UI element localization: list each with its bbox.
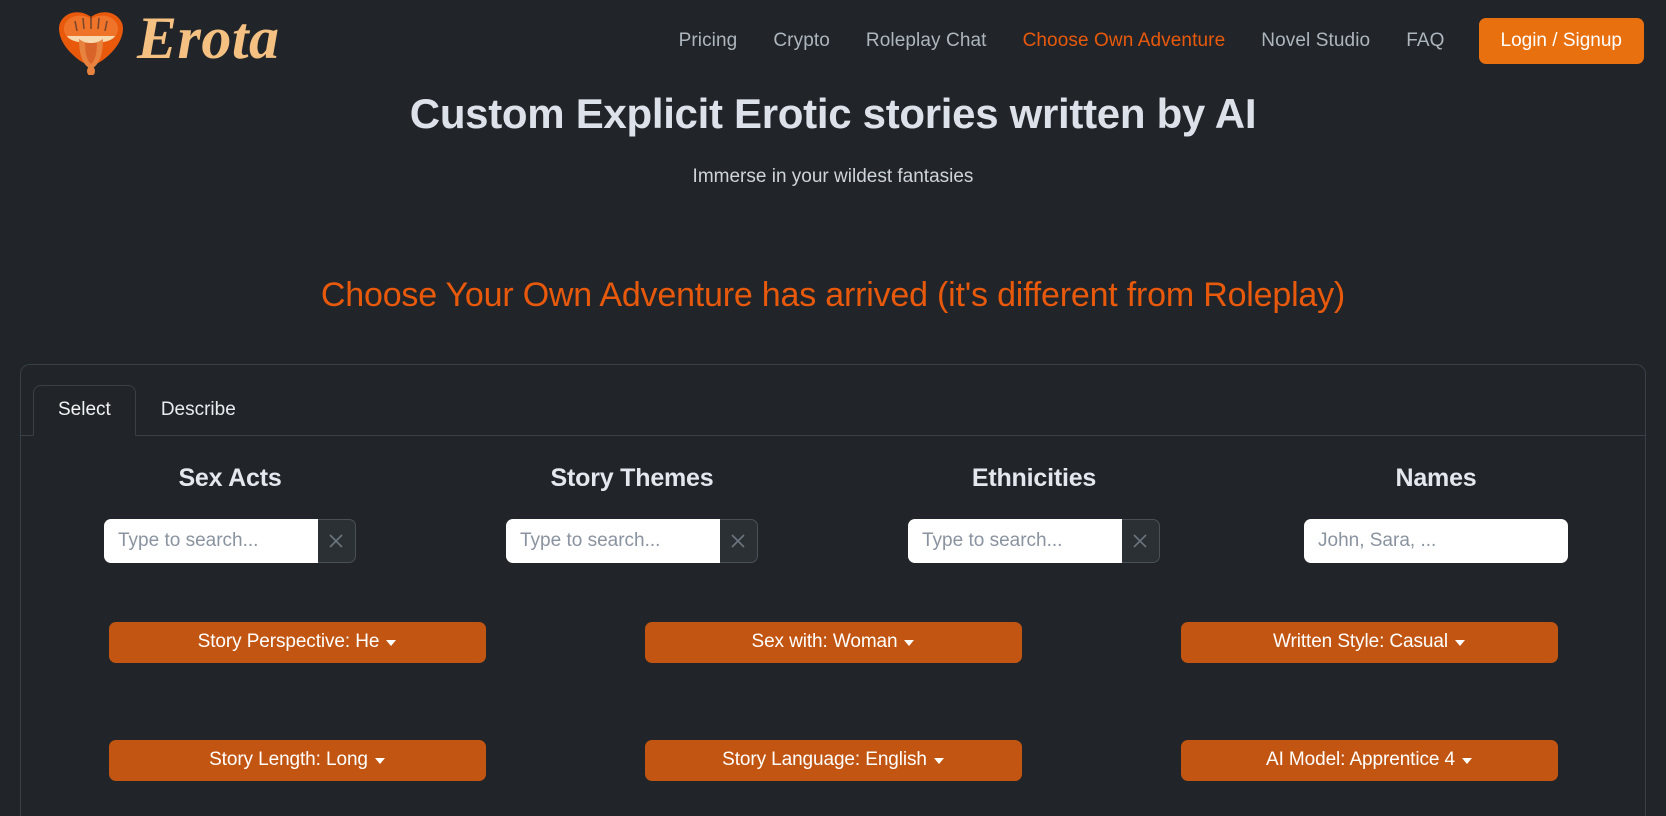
search-row-ethnicities xyxy=(833,518,1235,563)
nav-link-novel-studio[interactable]: Novel Studio xyxy=(1243,22,1388,60)
column-names: Names xyxy=(1235,464,1637,563)
top-navigation-bar: Erota Pricing Crypto Roleplay Chat Choos… xyxy=(0,0,1666,82)
option-row-1: Story Perspective: He Sex with: Woman Wr… xyxy=(29,621,1637,663)
story-length-label: Story Length: Long xyxy=(209,749,368,771)
option-cell-sex-with: Sex with: Woman xyxy=(565,621,1101,663)
option-button-rows: Story Perspective: He Sex with: Woman Wr… xyxy=(21,621,1645,781)
close-x-icon xyxy=(1133,534,1147,548)
login-signup-button[interactable]: Login / Signup xyxy=(1478,18,1644,64)
option-cell-story-perspective: Story Perspective: He xyxy=(29,621,565,663)
chevron-down-icon xyxy=(386,640,397,647)
clear-button-sex-acts[interactable] xyxy=(317,518,356,563)
names-input[interactable] xyxy=(1304,518,1568,563)
column-title-ethnicities: Ethnicities xyxy=(971,463,1097,492)
story-perspective-dropdown[interactable]: Story Perspective: He xyxy=(108,621,486,663)
option-cell-story-language: Story Language: English xyxy=(565,739,1101,781)
announcement-text: Choose Your Own Adventure has arrived (i… xyxy=(320,276,1346,315)
chevron-down-icon xyxy=(904,640,915,647)
tab-bar: Select Describe xyxy=(21,365,1645,436)
search-input-sex-acts[interactable] xyxy=(104,518,318,563)
page-subtitle: Immerse in your wildest fantasies xyxy=(692,166,974,188)
option-row-2: Story Length: Long Story Language: Engli… xyxy=(29,739,1637,781)
column-title-sex-acts: Sex Acts xyxy=(178,463,282,492)
brand-home-link[interactable]: Erota xyxy=(55,7,280,75)
search-row-names xyxy=(1235,518,1637,563)
search-group-sex-acts xyxy=(104,518,356,563)
story-perspective-label: Story Perspective: He xyxy=(197,631,380,653)
search-row-sex-acts xyxy=(29,518,431,563)
column-title-names: Names xyxy=(1395,463,1477,492)
chevron-down-icon xyxy=(1461,758,1472,765)
story-language-label: Story Language: English xyxy=(722,749,927,771)
close-x-icon xyxy=(731,534,745,548)
search-group-names xyxy=(1304,518,1568,563)
column-story-themes: Story Themes xyxy=(431,464,833,563)
close-x-icon xyxy=(329,534,343,548)
story-length-dropdown[interactable]: Story Length: Long xyxy=(108,739,486,781)
page-title: Custom Explicit Erotic stories written b… xyxy=(409,90,1257,137)
story-language-dropdown[interactable]: Story Language: English xyxy=(644,739,1022,781)
brand-name: Erota xyxy=(137,5,280,71)
written-style-label: Written Style: Casual xyxy=(1273,631,1448,653)
clear-button-ethnicities[interactable] xyxy=(1121,518,1160,563)
column-ethnicities: Ethnicities xyxy=(833,464,1235,563)
written-style-dropdown[interactable]: Written Style: Casual xyxy=(1180,621,1558,663)
ai-model-label: AI Model: Apprentice 4 xyxy=(1266,749,1455,771)
chevron-down-icon xyxy=(1454,640,1465,647)
tab-describe[interactable]: Describe xyxy=(136,385,261,436)
search-row-story-themes xyxy=(431,518,833,563)
nav-link-faq[interactable]: FAQ xyxy=(1388,22,1462,60)
nav-link-pricing[interactable]: Pricing xyxy=(661,22,756,60)
option-cell-ai-model: AI Model: Apprentice 4 xyxy=(1101,739,1637,781)
hero-section: Custom Explicit Erotic stories written b… xyxy=(0,82,1666,315)
ai-model-dropdown[interactable]: AI Model: Apprentice 4 xyxy=(1180,739,1558,781)
chevron-down-icon xyxy=(933,758,944,765)
option-cell-written-style: Written Style: Casual xyxy=(1101,621,1637,663)
nav-link-crypto[interactable]: Crypto xyxy=(755,22,848,60)
page-root: Erota Pricing Crypto Roleplay Chat Choos… xyxy=(0,0,1666,816)
chevron-down-icon xyxy=(374,758,385,765)
story-builder-panel: Select Describe Sex Acts Type to search.… xyxy=(20,364,1646,816)
tab-select[interactable]: Select xyxy=(33,385,136,436)
nav-link-roleplay-chat[interactable]: Roleplay Chat xyxy=(848,22,1005,60)
search-input-story-themes[interactable] xyxy=(506,518,720,563)
column-sex-acts: Sex Acts xyxy=(29,464,431,563)
column-title-story-themes: Story Themes xyxy=(550,463,714,492)
clear-button-story-themes[interactable] xyxy=(719,518,758,563)
search-group-ethnicities xyxy=(908,518,1160,563)
nav-link-choose-own-adventure[interactable]: Choose Own Adventure xyxy=(1005,22,1244,60)
sex-with-label: Sex with: Woman xyxy=(751,631,898,653)
option-cell-story-length: Story Length: Long xyxy=(29,739,565,781)
search-group-story-themes xyxy=(506,518,758,563)
sex-with-dropdown[interactable]: Sex with: Woman xyxy=(644,621,1022,663)
search-input-ethnicities[interactable] xyxy=(908,518,1122,563)
selection-columns: Sex Acts Story Themes xyxy=(21,436,1645,563)
lips-tongue-icon xyxy=(59,12,123,75)
